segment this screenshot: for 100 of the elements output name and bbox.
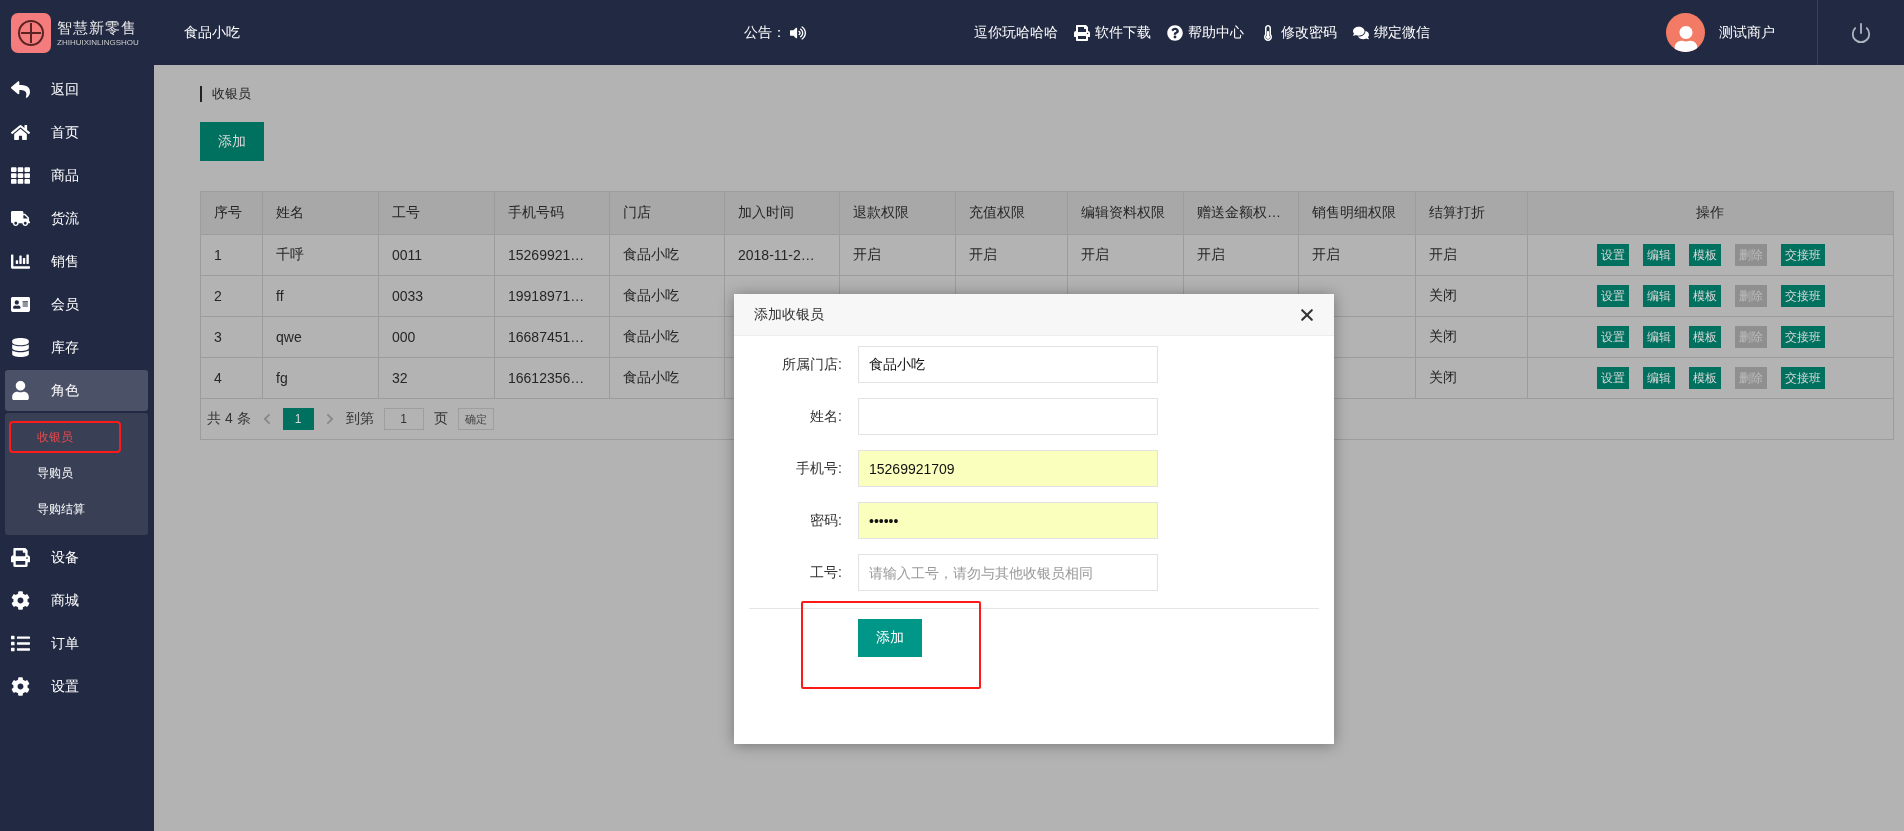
column-header: 操作: [1527, 191, 1894, 235]
column-header: 赠送金额权…: [1183, 191, 1299, 235]
sidebar-item[interactable]: 商城: [5, 580, 148, 621]
store-name: 食品小吃: [184, 23, 241, 42]
user-name: 测试商户: [1719, 23, 1775, 42]
gear-icon: [11, 591, 30, 610]
action-button[interactable]: 设置: [1596, 244, 1629, 266]
grid-icon: [11, 166, 30, 185]
table-cell: 食品小吃: [609, 357, 725, 399]
input-field[interactable]: ••••••: [858, 502, 1158, 539]
input-field[interactable]: 食品小吃: [858, 346, 1158, 383]
table-cell: fg: [262, 357, 379, 399]
action-button[interactable]: 交接班: [1780, 367, 1825, 389]
field-label: 所属门店:: [781, 355, 843, 374]
action-button[interactable]: 编辑: [1642, 285, 1675, 307]
page-number[interactable]: 1: [282, 408, 314, 430]
column-header: 门店: [609, 191, 725, 235]
header-link[interactable]: 软件下载: [1074, 23, 1151, 42]
printer-icon: [1074, 24, 1090, 41]
field-label: 手机号:: [795, 459, 843, 478]
sidebar-item[interactable]: 首页: [5, 112, 148, 153]
table-cell: ff: [262, 275, 379, 317]
header-link[interactable]: 绑定微信: [1353, 23, 1430, 42]
action-button[interactable]: 模板: [1688, 285, 1721, 307]
page-unit: 页: [433, 410, 448, 428]
table-cell: 关闭: [1415, 316, 1528, 358]
help-icon: [1167, 24, 1183, 41]
table-cell: 0033: [378, 275, 495, 317]
submenu-item[interactable]: 导购员: [11, 459, 119, 487]
printer-icon: [11, 548, 30, 567]
column-header: 销售明细权限: [1298, 191, 1416, 235]
sidebar-item[interactable]: 角色: [5, 370, 148, 411]
truck-icon: [11, 209, 30, 228]
field-label: 姓名:: [809, 407, 843, 426]
field-label: 密码:: [809, 511, 843, 530]
submenu-item[interactable]: 导购结算: [11, 495, 119, 523]
table-cell: 1: [200, 234, 263, 276]
column-header: 工号: [378, 191, 495, 235]
action-button[interactable]: 编辑: [1642, 326, 1675, 348]
action-button[interactable]: 交接班: [1780, 285, 1825, 307]
logo-icon: [11, 12, 51, 53]
reply-icon: [11, 80, 30, 99]
column-header: 结算打折: [1415, 191, 1528, 235]
sidebar-item[interactable]: 设备: [5, 537, 148, 578]
total-count: 共 4 条: [207, 410, 251, 428]
bar-chart-icon: [11, 252, 30, 271]
table-cell: 开启: [1415, 234, 1528, 276]
table-cell: 食品小吃: [609, 316, 725, 358]
input-field[interactable]: 请输入工号，请勿与其他收银员相同: [858, 554, 1158, 591]
column-header: 充值权限: [955, 191, 1068, 235]
table-cell: 开启: [839, 234, 956, 276]
table-cell: qwe: [262, 316, 379, 358]
action-button[interactable]: 编辑: [1642, 244, 1675, 266]
table-cell: 15269921…: [494, 234, 610, 276]
header-link[interactable]: 修改密码: [1260, 23, 1337, 42]
notice-label: 公告：: [744, 23, 786, 42]
add-button[interactable]: 添加: [200, 122, 264, 161]
sidebar-item[interactable]: 返回: [5, 69, 148, 110]
action-button[interactable]: 交接班: [1780, 244, 1825, 266]
table-cell: 4: [200, 357, 263, 399]
sidebar-item[interactable]: 库存: [5, 327, 148, 368]
dialog-title: 添加收银员: [754, 305, 824, 324]
table-cell: 32: [378, 357, 495, 399]
column-header: 编辑资料权限: [1067, 191, 1184, 235]
sidebar-item[interactable]: 货流: [5, 198, 148, 239]
list-icon: [11, 634, 30, 653]
action-button[interactable]: 模板: [1688, 367, 1721, 389]
page-input[interactable]: 1: [383, 408, 424, 430]
field-label: 工号:: [809, 563, 843, 582]
sidebar-item[interactable]: 商品: [5, 155, 148, 196]
table-cell: 19918971…: [494, 275, 610, 317]
table-cell: 2: [200, 275, 263, 317]
input-field[interactable]: [858, 398, 1158, 435]
action-button[interactable]: 设置: [1596, 285, 1629, 307]
submenu-item[interactable]: 收银员: [11, 423, 119, 451]
sidebar-item[interactable]: 订单: [5, 623, 148, 664]
power-icon[interactable]: [1850, 21, 1872, 44]
table-cell: 开启: [1183, 234, 1299, 276]
action-button[interactable]: 模板: [1688, 326, 1721, 348]
table-cell: 开启: [955, 234, 1068, 276]
column-header: 手机号码: [494, 191, 610, 235]
action-button[interactable]: 设置: [1596, 367, 1629, 389]
table-cell: 开启: [1067, 234, 1184, 276]
sidebar-item[interactable]: 销售: [5, 241, 148, 282]
table-cell: 16612356…: [494, 357, 610, 399]
sidebar-item[interactable]: 设置: [5, 666, 148, 707]
goto-label: 到第: [345, 410, 374, 428]
table-cell: 关闭: [1415, 357, 1528, 399]
header-link[interactable]: 帮助中心: [1167, 23, 1244, 42]
notice-text: 逗你玩哈哈哈: [974, 23, 1058, 42]
sidebar-item[interactable]: 会员: [5, 284, 148, 325]
table-cell: 千呼: [262, 234, 379, 276]
column-header: 序号: [200, 191, 263, 235]
action-button[interactable]: 交接班: [1780, 326, 1825, 348]
submit-button[interactable]: 添加: [858, 619, 922, 657]
action-button[interactable]: 模板: [1688, 244, 1721, 266]
input-field[interactable]: 15269921709: [858, 450, 1158, 487]
action-button[interactable]: 编辑: [1642, 367, 1675, 389]
action-button[interactable]: 设置: [1596, 326, 1629, 348]
confirm-button[interactable]: 确定: [457, 408, 494, 430]
